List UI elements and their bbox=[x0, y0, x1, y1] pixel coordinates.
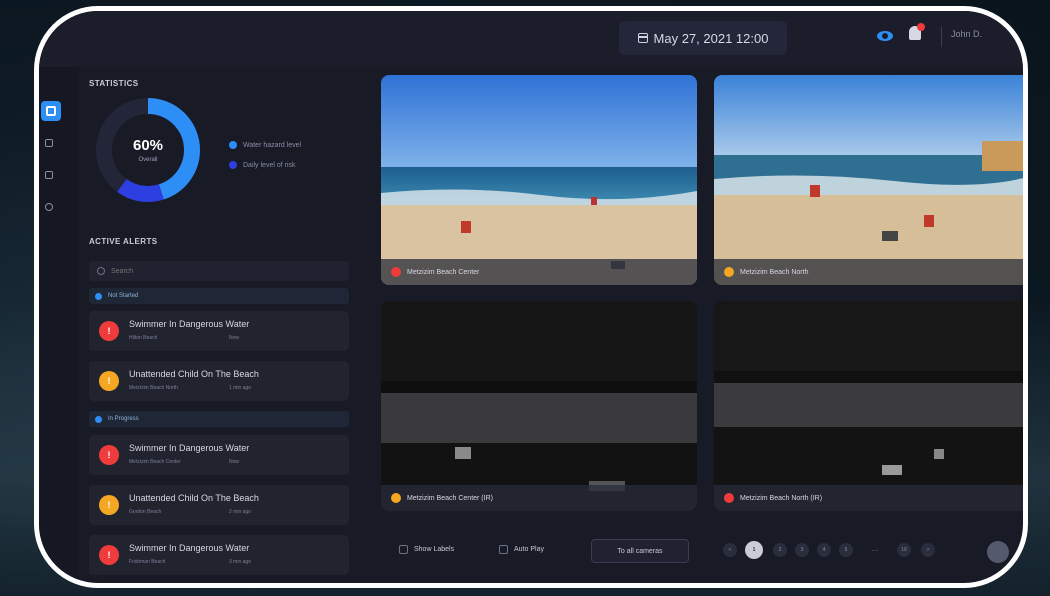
beach-image bbox=[381, 75, 697, 285]
legend-dot bbox=[229, 141, 237, 149]
alert-location: Metzizim Beach Center bbox=[129, 459, 181, 465]
group-dot bbox=[95, 292, 102, 300]
alert-time: 3 min ago bbox=[229, 559, 251, 565]
alert-icon: ! bbox=[99, 545, 119, 565]
legend-label: Daily level of risk bbox=[243, 161, 296, 169]
percent-value: 60% bbox=[132, 137, 164, 154]
infrared-image bbox=[714, 301, 1023, 511]
legend-dot bbox=[229, 161, 237, 169]
camera-status-dot bbox=[724, 267, 734, 277]
alert-icon: ! bbox=[99, 495, 119, 515]
pagination-prev[interactable]: < bbox=[723, 543, 737, 557]
calendar-icon bbox=[637, 33, 648, 43]
checkbox-box[interactable] bbox=[399, 545, 408, 554]
alert-location: Frishman Beach bbox=[129, 559, 166, 565]
legend-item-hazard: Water hazard level bbox=[229, 141, 301, 149]
group-dot bbox=[95, 415, 102, 423]
alert-icon: ! bbox=[99, 445, 119, 465]
infrared-image bbox=[381, 301, 697, 511]
alert-title: Swimmer In Dangerous Water bbox=[129, 319, 250, 329]
group-label: Not Started bbox=[108, 293, 139, 299]
alert-title: Unattended Child On The Beach bbox=[129, 493, 259, 503]
gear-icon[interactable] bbox=[45, 203, 53, 211]
top-bar: May 27, 2021 12:00 John D. bbox=[39, 11, 1023, 67]
alert-card[interactable]: ! Unattended Child On The Beach Metzizim… bbox=[89, 361, 349, 401]
camera-status-dot bbox=[391, 267, 401, 277]
beach-image bbox=[714, 75, 1023, 285]
checkbox-label: Auto Play bbox=[514, 546, 544, 553]
camera-label: Metzizim Beach Center (IR) bbox=[407, 494, 493, 502]
pagination-page[interactable]: 4 bbox=[817, 543, 831, 557]
alert-title: Unattended Child On The Beach bbox=[129, 369, 259, 379]
camera-caption: Metzizim Beach North (IR) bbox=[714, 485, 1023, 511]
checkbox-box[interactable] bbox=[499, 545, 508, 554]
camera-label: Metzizim Beach North (IR) bbox=[740, 494, 823, 502]
camera-status-dot bbox=[724, 493, 734, 503]
list-icon[interactable] bbox=[45, 171, 53, 179]
show-labels-checkbox[interactable]: Show Labels bbox=[399, 545, 454, 554]
camera-label: Metzizim Beach North bbox=[740, 268, 809, 276]
alert-icon: ! bbox=[99, 321, 119, 341]
camera-controls: Show Labels Auto Play To all cameras < 1… bbox=[381, 531, 1023, 571]
pagination-page[interactable]: 10 bbox=[897, 543, 911, 557]
checkbox-label: Show Labels bbox=[414, 546, 455, 553]
alert-icon: ! bbox=[99, 371, 119, 391]
side-rail bbox=[39, 67, 79, 583]
pagination-ellipsis: ..... bbox=[871, 547, 879, 553]
alert-time: Now bbox=[229, 459, 240, 465]
rail-dashboard-button[interactable] bbox=[41, 101, 61, 121]
legend-item-risk: Daily level of risk bbox=[229, 161, 296, 169]
user-name[interactable]: John D. bbox=[951, 29, 982, 39]
statistics-title: STATISTICS bbox=[89, 79, 139, 88]
date-display[interactable]: May 27, 2021 12:00 bbox=[619, 21, 787, 55]
notification-badge bbox=[917, 23, 925, 31]
pagination-page[interactable]: 2 bbox=[773, 543, 787, 557]
percent-label: Overall bbox=[138, 157, 158, 163]
camera-feed[interactable]: Metzizim Beach Center bbox=[381, 75, 697, 285]
divider bbox=[941, 27, 942, 47]
chart-icon[interactable] bbox=[45, 139, 53, 147]
pagination-next[interactable]: > bbox=[921, 543, 935, 557]
chat-icon[interactable] bbox=[987, 541, 1009, 563]
camera-caption: Metzizim Beach North bbox=[714, 259, 1023, 285]
left-panel: STATISTICS 60% Overall Water hazard leve… bbox=[85, 67, 400, 583]
alert-card[interactable]: ! Unattended Child On The Beach Gordon B… bbox=[89, 485, 349, 525]
pagination-page[interactable]: 5 bbox=[839, 543, 853, 557]
camera-caption: Metzizim Beach Center bbox=[381, 259, 697, 285]
alert-location: Gordon Beach bbox=[129, 509, 162, 515]
legend-label: Water hazard level bbox=[243, 141, 302, 149]
alert-location: Hilton Beach bbox=[129, 335, 158, 341]
to-all-cameras-button[interactable]: To all cameras bbox=[591, 539, 689, 563]
group-label: In Progress bbox=[108, 416, 139, 422]
group-in-progress[interactable]: In Progress bbox=[89, 411, 349, 427]
camera-status-dot bbox=[391, 493, 401, 503]
camera-feed[interactable]: Metzizim Beach North bbox=[714, 75, 1023, 285]
alert-card[interactable]: ! Swimmer In Dangerous Water Frishman Be… bbox=[89, 535, 349, 575]
grid-icon bbox=[46, 106, 56, 116]
camera-caption: Metzizim Beach Center (IR) bbox=[381, 485, 697, 511]
alert-location: Metzizim Beach North bbox=[129, 385, 178, 391]
camera-feed[interactable]: Metzizim Beach Center (IR) bbox=[381, 301, 697, 511]
search-icon bbox=[97, 267, 105, 275]
alert-card[interactable]: ! Swimmer In Dangerous Water Metzizim Be… bbox=[89, 435, 349, 475]
alert-title: Swimmer In Dangerous Water bbox=[129, 543, 250, 553]
alert-time: Now bbox=[229, 335, 240, 341]
alert-time: 2 min ago bbox=[229, 509, 251, 515]
active-alerts-title: ACTIVE ALERTS bbox=[89, 237, 158, 246]
search-input[interactable] bbox=[109, 266, 313, 276]
camera-label: Metzizim Beach Center bbox=[407, 268, 480, 276]
camera-feed[interactable]: Metzizim Beach North (IR) bbox=[714, 301, 1023, 511]
pagination-page[interactable]: 3 bbox=[795, 543, 809, 557]
alert-time: 1 min ago bbox=[229, 385, 251, 391]
eye-icon[interactable] bbox=[877, 31, 893, 41]
alert-title: Swimmer In Dangerous Water bbox=[129, 443, 250, 453]
alert-card[interactable]: ! Swimmer In Dangerous Water Hilton Beac… bbox=[89, 311, 349, 351]
pagination-page[interactable]: 1 bbox=[745, 541, 763, 559]
alerts-search bbox=[89, 261, 349, 281]
date-text: May 27, 2021 12:00 bbox=[653, 30, 769, 46]
auto-play-checkbox[interactable]: Auto Play bbox=[499, 545, 544, 554]
group-not-started[interactable]: Not Started bbox=[89, 288, 349, 304]
dashboard-window: May 27, 2021 12:00 John D. STATISTICS 60… bbox=[34, 6, 1028, 588]
